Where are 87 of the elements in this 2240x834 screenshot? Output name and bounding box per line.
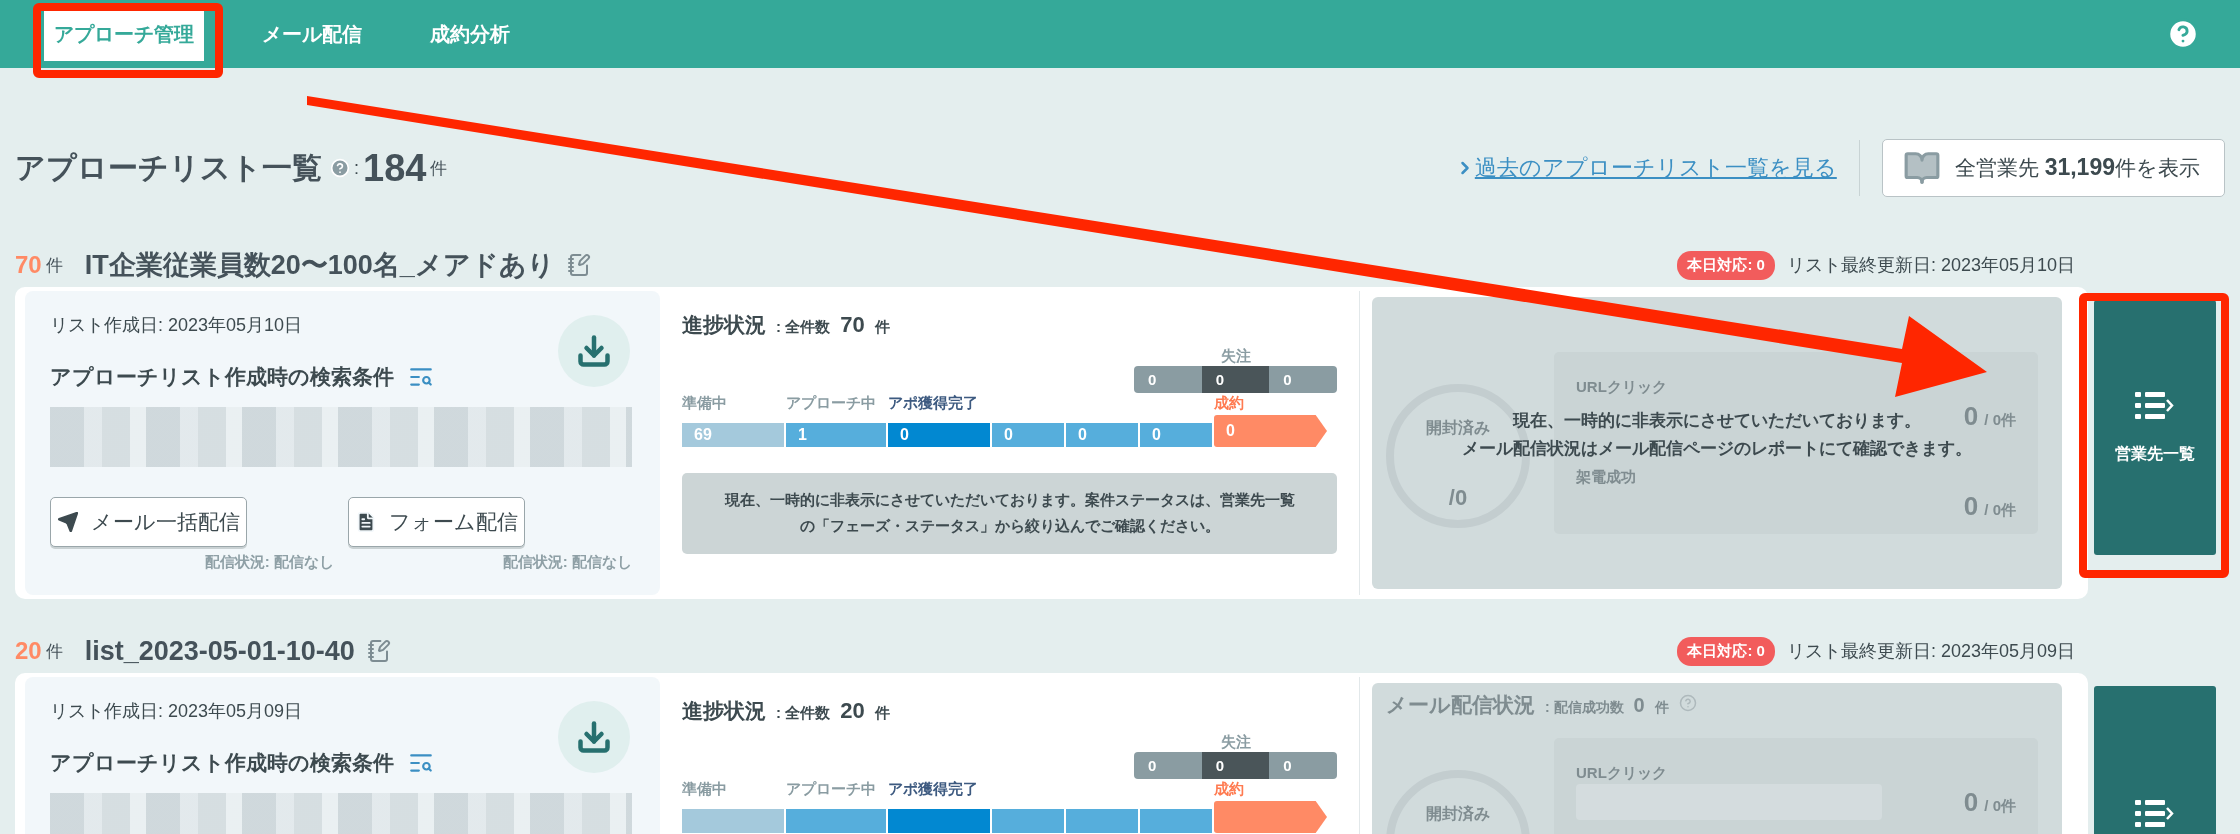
lost-segment: 0 [1201,366,1270,393]
stage-label: 成約 [1214,780,1244,799]
lost-segment: 0 [1201,752,1270,779]
mail-status-title: メール配信状況 [1386,692,1535,718]
edit-list-icon[interactable] [366,639,391,663]
document-icon [355,511,377,533]
total-label: : 全件数 [776,318,831,337]
lost-label: 失注 [1220,347,1251,366]
metric-total: / 0件 [1984,796,2016,816]
all-clients-button[interactable]: 全営業先 31,199件を表示 [1881,139,2225,197]
metric-value: 0 [1963,786,1979,818]
today-badge: 本日対応: 0 [1677,636,1775,666]
success-label: : 配信成功数 [1545,699,1624,717]
opened-label: 開封済み [1426,418,1490,438]
page-title: アプローチリスト一覧 [15,149,322,186]
updated-date: リスト最終更新日: 2023年05月10日 [1786,254,2075,277]
total-count: 20 [840,698,865,724]
download-icon [576,333,612,369]
lost-label: 失注 [1220,733,1251,752]
lost-segment: 0 [1134,366,1202,393]
edit-list-icon[interactable] [566,253,591,277]
opened-label: 開封済み [1426,804,1490,824]
lost-segment: 0 [1134,752,1202,779]
stage-segment: 0 [1140,423,1212,447]
stage-segment: 1 [786,423,886,447]
opened-total: /0 [1448,485,1468,511]
stage-label: 準備中 [682,394,727,413]
success-unit: 件 [1654,699,1669,717]
list-count: 70 [15,251,42,279]
list-total: 184 [363,146,427,190]
hidden-notice: 現在、一時的に非表示にさせていただいております。案件ステータスは、営業先一覧の「フェーズ・ステータス」から絞り込んでご確認ください。 [682,473,1337,554]
metric-label: URLクリック [1576,378,1667,395]
metric-total: / 0件 [1984,500,2016,520]
hidden-notice: 現在、一時的に非表示にさせていただいております。 [1513,410,1921,432]
stage-segment: 0 [992,423,1064,447]
total-unit: 件 [874,704,890,723]
paper-plane-icon [57,511,79,533]
conditions-title: アプローチリスト作成時の検索条件 [50,750,394,776]
stage-label: アポ獲得完了 [888,394,978,413]
metric-total: / 0件 [1984,410,2016,430]
hidden-notice: メール配信状況はメール配信ページのレポートにて確認できます。 [1462,438,1972,460]
lost-segment: 0 [1269,366,1337,393]
metric-label: URLクリック [1576,764,1667,781]
stage-label: 準備中 [682,780,727,799]
delivery-status: 配信状況: 配信なし [501,553,632,572]
stage-segment [992,809,1064,833]
metric-value: 0 [1963,400,1979,432]
stage-segment [1066,809,1138,833]
metric-value: 0 [1963,490,1979,522]
total-count: 70 [840,312,865,338]
created-date: リスト作成日: 2023年05月10日 [50,314,304,337]
progress-title: 進捗状況 [682,312,766,338]
list-arrow-icon [2135,390,2175,422]
stage-label: アプローチ中 [786,394,876,413]
list-count: 20 [15,637,42,665]
stage-label: アポ獲得完了 [888,780,978,799]
client-list-button[interactable]: 営業先一覧 [2094,300,2216,555]
count-unit: 件 [430,157,448,180]
metric-label: 架電成功 [1576,468,1636,485]
count-unit: 件 [45,640,63,663]
total-unit: 件 [874,318,890,337]
list-name: list_2023-05-01-10-40 [84,635,355,667]
stage-segment: 0 [1214,415,1327,447]
today-badge: 本日対応: 0 [1677,250,1775,280]
list-arrow-icon [2135,797,2175,830]
stage-segment: 0 [1066,423,1138,447]
conditions-title: アプローチリスト作成時の検索条件 [50,364,394,390]
bulk-mail-button[interactable]: メール一括配信 [50,497,247,547]
delivery-status: 配信状況: 配信なし [203,553,334,572]
created-date: リスト作成日: 2023年05月09日 [50,700,304,723]
updated-date: リスト最終更新日: 2023年05月09日 [1786,640,2075,663]
form-send-button[interactable]: フォーム配信 [348,497,525,547]
download-icon [576,719,612,755]
total-label: : 全件数 [776,704,831,723]
stage-label: アプローチ中 [786,780,876,799]
stage-label: 成約 [1214,394,1244,413]
progress-title: 進捗状況 [682,698,766,724]
stage-segment [1140,809,1212,833]
past-lists-link[interactable]: 過去のアプローチリスト一覧を見る [1474,153,1837,183]
count-unit: 件 [45,254,63,277]
stage-segment: 0 [888,423,990,447]
list-name: IT企業従業員数20〜100名_メアドあり [84,249,555,282]
lost-segment: 0 [1269,752,1337,779]
stage-segment: 69 [682,423,784,447]
success-count: 0 [1633,694,1645,717]
title-separator: : [354,157,359,179]
book-icon [1902,149,1941,187]
